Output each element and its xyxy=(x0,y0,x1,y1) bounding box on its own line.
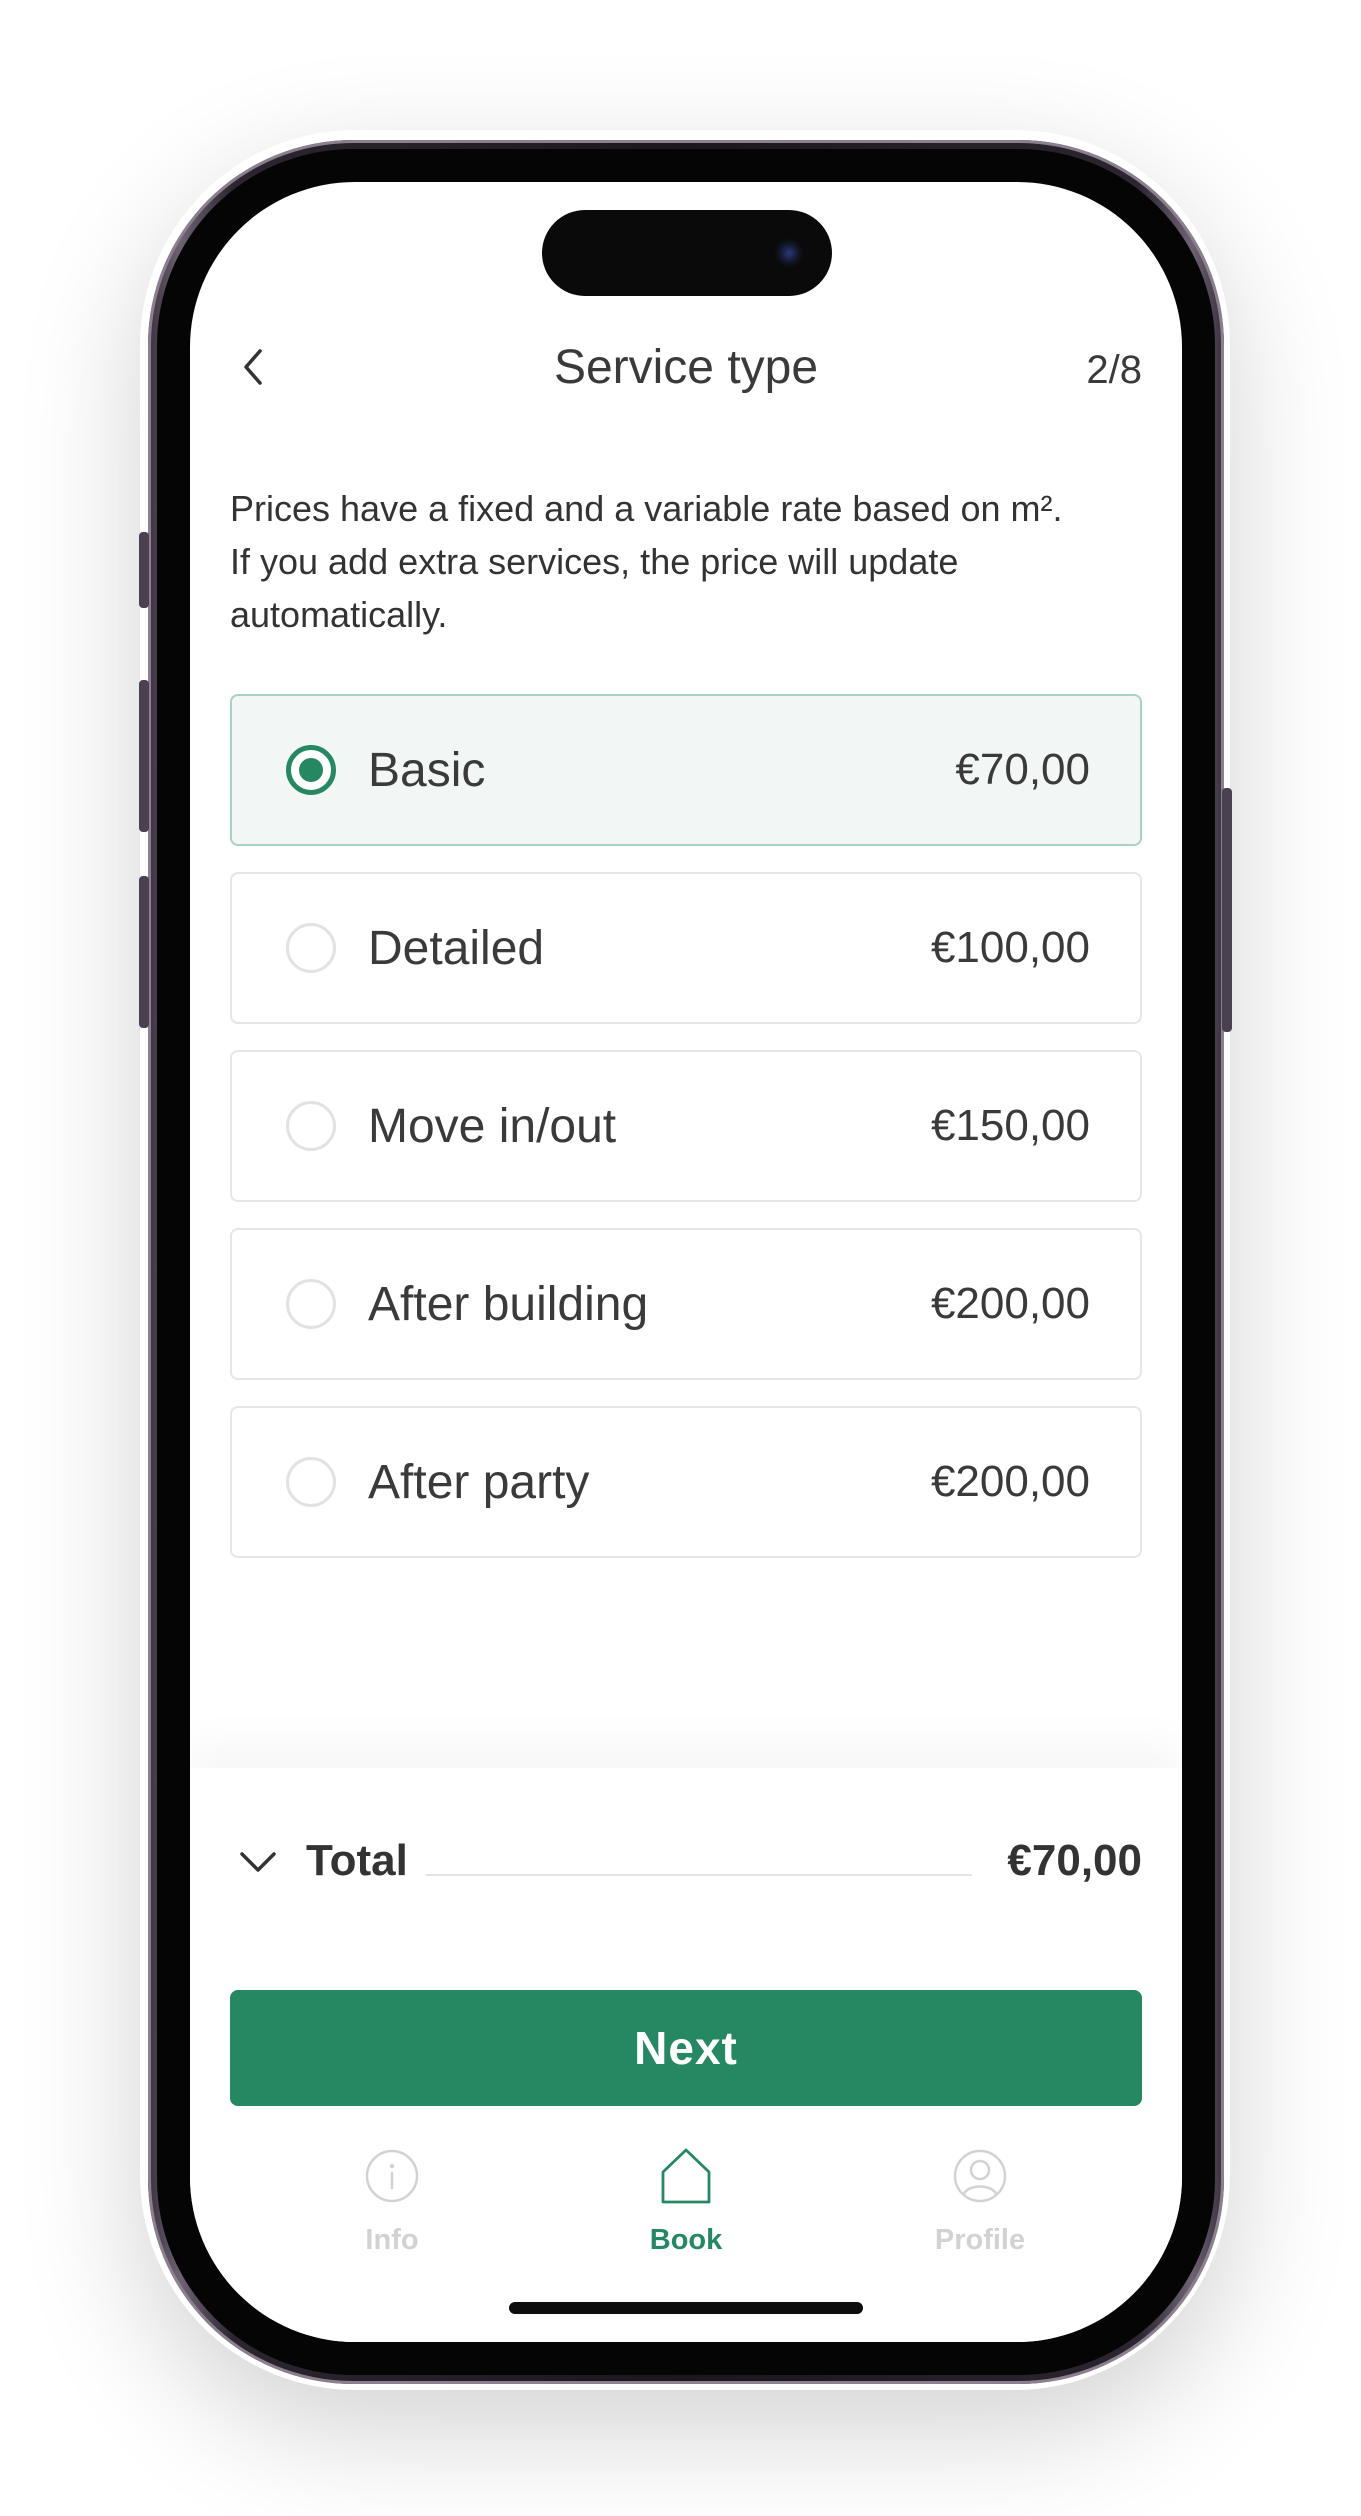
action-button xyxy=(139,532,149,608)
radio-button[interactable] xyxy=(286,1101,336,1151)
service-option-after-party[interactable]: After party €200,00 xyxy=(230,1406,1142,1558)
total-value: €70,00 xyxy=(1007,1836,1142,1885)
profile-icon xyxy=(953,2149,1007,2203)
tab-info[interactable]: Info xyxy=(292,2140,492,2280)
tab-label: Profile xyxy=(934,2224,1026,2256)
power-button xyxy=(1222,788,1232,1032)
volume-down-button xyxy=(139,876,149,1028)
service-option-move-in-out[interactable]: Move in/out €150,00 xyxy=(230,1050,1142,1202)
service-option-price: €100,00 xyxy=(930,923,1090,972)
service-option-price: €70,00 xyxy=(955,745,1090,794)
service-option-price: €200,00 xyxy=(930,1457,1090,1506)
navigation-bar: Service type 2/8 xyxy=(190,332,1182,402)
radio-button[interactable] xyxy=(286,1457,336,1507)
description-line: automatically. xyxy=(230,594,448,635)
radio-button[interactable] xyxy=(286,1279,336,1329)
service-options: Basic €70,00 Detailed €100,00 Move in/ou… xyxy=(230,694,1142,1584)
tab-label: Book xyxy=(649,2224,723,2256)
dynamic-island xyxy=(542,210,832,296)
tab-label: Info xyxy=(365,2224,419,2256)
total-label: Total xyxy=(306,1836,408,1885)
app-screen: Service type 2/8 Prices have a fixed and… xyxy=(190,182,1182,2342)
service-option-price: €150,00 xyxy=(930,1101,1090,1150)
description-line: Prices have a fixed and a variable rate … xyxy=(230,488,1063,529)
pricing-description: Prices have a fixed and a variable rate … xyxy=(230,482,1150,641)
chevron-down-icon[interactable] xyxy=(238,1842,278,1882)
tab-bar: Info Book Profile xyxy=(190,2140,1182,2280)
service-option-label: After building xyxy=(368,1277,649,1331)
service-option-basic[interactable]: Basic €70,00 xyxy=(230,694,1142,846)
tab-book[interactable]: Book xyxy=(586,2140,786,2280)
camera-icon xyxy=(774,238,804,268)
next-button[interactable]: Next xyxy=(230,1990,1142,2106)
service-option-detailed[interactable]: Detailed €100,00 xyxy=(230,872,1142,1024)
service-option-label: Move in/out xyxy=(368,1099,617,1153)
service-option-price: €200,00 xyxy=(930,1279,1090,1328)
description-line: If you add extra services, the price wil… xyxy=(230,541,959,582)
service-option-after-building[interactable]: After building €200,00 xyxy=(230,1228,1142,1380)
tab-profile[interactable]: Profile xyxy=(880,2140,1080,2280)
radio-button[interactable] xyxy=(286,923,336,973)
volume-up-button xyxy=(139,680,149,832)
total-divider xyxy=(426,1874,972,1876)
home-icon xyxy=(661,2148,711,2204)
home-indicator xyxy=(509,2302,863,2314)
step-counter: 2/8 xyxy=(1086,348,1142,392)
total-summary[interactable]: Total €70,00 xyxy=(230,1826,1142,1896)
service-option-label: Detailed xyxy=(368,921,545,975)
page-title: Service type xyxy=(553,341,819,394)
info-icon xyxy=(365,2149,419,2203)
service-option-label: Basic xyxy=(368,743,486,797)
radio-button-selected[interactable] xyxy=(286,745,336,795)
bottom-panel: Total €70,00 Next Info Book Profile xyxy=(190,1768,1182,2342)
service-option-label: After party xyxy=(368,1455,590,1509)
